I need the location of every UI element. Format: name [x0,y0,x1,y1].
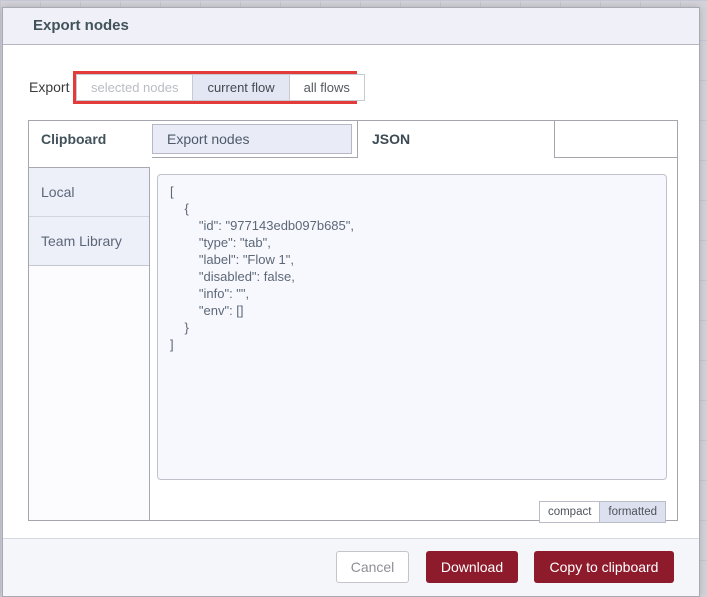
export-panel: Clipboard Export nodes JSON Local Team L… [28,120,678,523]
download-button[interactable]: Download [426,551,518,583]
sidebar-item-team-library[interactable]: Team Library [29,217,149,266]
all-flows-button[interactable]: all flows [290,75,364,100]
json-export-textarea[interactable]: [ { "id": "977143edb097b685", "type": "t… [157,174,667,480]
library-sidebar: Local Team Library [29,167,150,520]
dialog-footer: Cancel Download Copy to clipboard [3,538,699,596]
annotation-highlight-box: selected nodes current flow all flows [73,71,365,104]
selected-nodes-button[interactable]: selected nodes [77,75,192,100]
format-toggle-group: compact formatted [538,501,666,523]
cancel-button[interactable]: Cancel [336,551,409,583]
tab-export-nodes[interactable]: Export nodes [152,124,352,154]
dialog-header: Export nodes [3,8,699,45]
tab-clipboard[interactable]: Clipboard [29,121,151,158]
json-code: [ { "id": "977143edb097b685", "type": "t… [170,184,354,352]
dialog-title: Export nodes [33,17,129,34]
current-flow-button[interactable]: current flow [192,75,290,100]
export-dialog: Export nodes Export selected nodes curre… [2,7,700,597]
export-scope-label: Export [29,79,70,95]
sidebar-item-local[interactable]: Local [29,168,149,217]
copy-to-clipboard-button[interactable]: Copy to clipboard [534,551,674,583]
compact-button[interactable]: compact [538,501,600,523]
tab-json[interactable]: JSON [357,121,555,158]
formatted-button[interactable]: formatted [599,501,666,523]
export-scope-button-group: selected nodes current flow all flows [76,74,365,101]
